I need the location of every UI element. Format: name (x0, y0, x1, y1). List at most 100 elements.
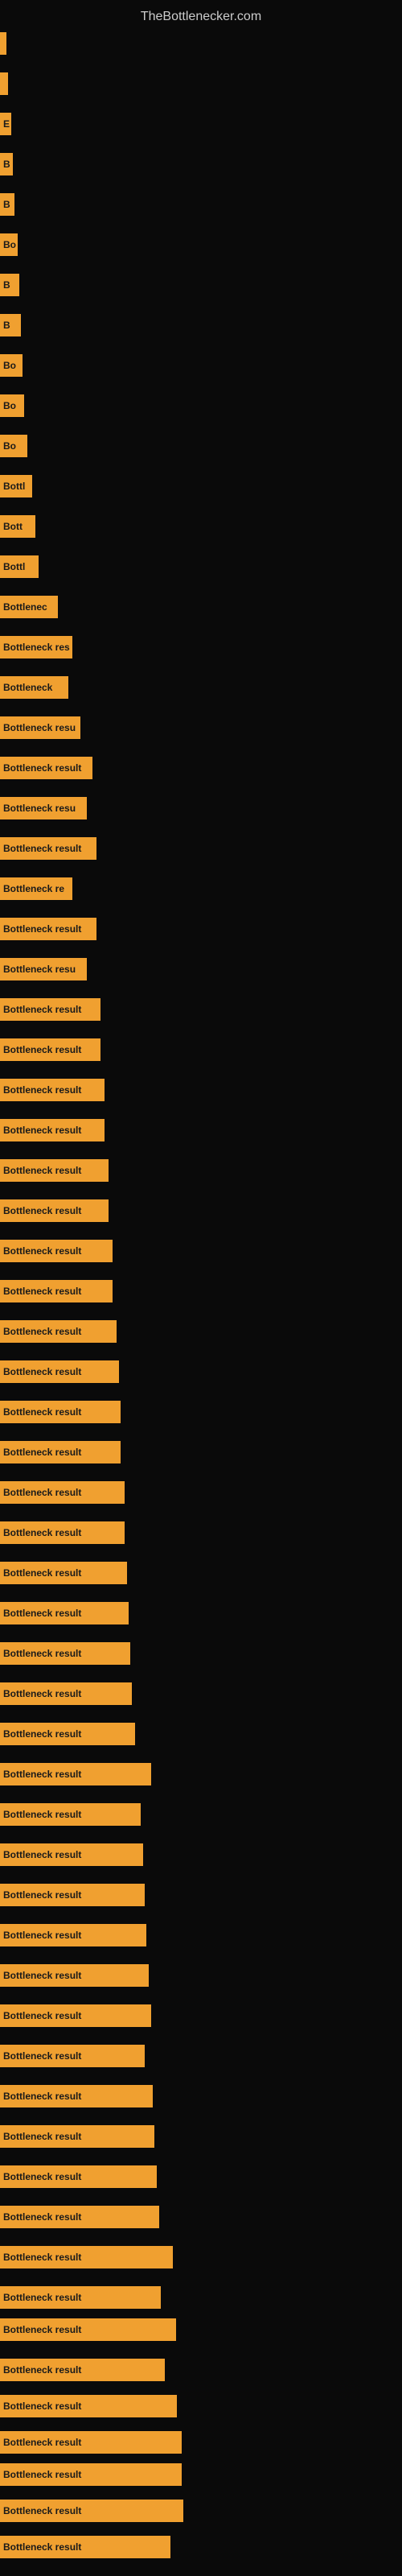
bar-item: Bottleneck result (0, 1481, 125, 1504)
bar-item: Bottleneck result (0, 1119, 105, 1141)
bar-fill: Bottleneck result (0, 2431, 182, 2454)
bar-fill: Bottleneck result (0, 2165, 157, 2188)
bar-fill: Bottleneck result (0, 1562, 127, 1584)
bar-item: Bottleneck result (0, 1642, 130, 1665)
bar-fill: Bottleneck result (0, 1642, 130, 1665)
bar-item: Bottleneck re (0, 877, 72, 900)
bar-fill: Bottleneck result (0, 1240, 113, 1262)
bar-fill: Bottleneck result (0, 2125, 154, 2148)
bar-item: Bo (0, 394, 24, 417)
bar-item: Bottleneck result (0, 2045, 145, 2067)
bar-fill (0, 72, 8, 95)
bar-item: Bottleneck result (0, 1521, 125, 1544)
bar-item: Bottleneck result (0, 2246, 173, 2268)
bar-item: Bottleneck result (0, 1763, 151, 1785)
bar-fill: Bottleneck result (0, 1602, 129, 1624)
bar-fill: Bottleneck result (0, 2359, 165, 2381)
bar-item: Bottleneck result (0, 1562, 127, 1584)
bar-item: Bottleneck result (0, 2004, 151, 2027)
bar-item: Bottleneck resu (0, 958, 87, 980)
bar-fill: Bottleneck result (0, 1360, 119, 1383)
bar-fill: Bottleneck res (0, 636, 72, 658)
bar-item: Bottleneck result (0, 2085, 153, 2107)
bar-item: Bottleneck result (0, 1441, 121, 1463)
bar-fill: Bottleneck result (0, 2318, 176, 2341)
bar-fill: Bottleneck result (0, 2085, 153, 2107)
bar-fill: Bottlenec (0, 596, 58, 618)
bar-item: Bottleneck result (0, 2206, 159, 2228)
bar-fill: Bo (0, 435, 27, 457)
bar-item: Bottleneck result (0, 998, 100, 1021)
bar-item: Bottleneck result (0, 2431, 182, 2454)
bar-item: Bottleneck result (0, 757, 92, 779)
bar-fill: Bottleneck result (0, 1884, 145, 1906)
bar-fill: Bottleneck result (0, 757, 92, 779)
bar-fill: B (0, 153, 13, 175)
bar-fill: Bottleneck result (0, 2395, 177, 2417)
bar-fill: Bottleneck result (0, 1401, 121, 1423)
bar-item: Bottleneck result (0, 1602, 129, 1624)
bar-item: Bo (0, 435, 27, 457)
bar-fill: Bottleneck result (0, 1119, 105, 1141)
bar-fill: E (0, 113, 11, 135)
bar-item: Bottleneck result (0, 2165, 157, 2188)
bar-item: Bottleneck result (0, 1240, 113, 1262)
bar-item: Bottleneck result (0, 1843, 143, 1866)
bar-item: Bottleneck result (0, 2536, 170, 2558)
bar-fill: Bottleneck result (0, 1159, 109, 1182)
bar-item (0, 72, 8, 95)
bar-item: Bottleneck result (0, 1199, 109, 1222)
bar-fill: Bottleneck resu (0, 797, 87, 819)
bar-item: Bottleneck result (0, 1280, 113, 1302)
bar-fill: Bottleneck result (0, 1320, 117, 1343)
bar-fill: Bottleneck result (0, 1843, 143, 1866)
bar-fill: Bottleneck result (0, 1441, 121, 1463)
bar-item (0, 32, 6, 55)
bar-item: Bott (0, 515, 35, 538)
bar-fill: Bottleneck result (0, 2536, 170, 2558)
bar-fill: Bottleneck result (0, 1964, 149, 1987)
bar-fill: Bo (0, 354, 23, 377)
bar-item: B (0, 314, 21, 336)
bar-item: Bottleneck result (0, 1159, 109, 1182)
bar-item: Bottleneck result (0, 1038, 100, 1061)
bar-fill: Bottleneck (0, 676, 68, 699)
bar-fill: Bo (0, 233, 18, 256)
bar-fill: Bottleneck result (0, 918, 96, 940)
bar-item: B (0, 193, 14, 216)
bar-fill: Bottl (0, 475, 32, 497)
bar-item: Bottl (0, 555, 39, 578)
bar-item: Bottleneck result (0, 918, 96, 940)
bar-item: Bottleneck result (0, 2359, 165, 2381)
bar-item: Bo (0, 233, 18, 256)
bar-item: Bottleneck resu (0, 716, 80, 739)
bar-fill: Bottleneck result (0, 2500, 183, 2522)
bar-fill: Bottleneck result (0, 1038, 100, 1061)
bar-item: E (0, 113, 11, 135)
bar-item: Bottleneck res (0, 636, 72, 658)
bar-item: Bottl (0, 475, 32, 497)
bar-fill: Bottleneck result (0, 2004, 151, 2027)
bar-item: Bottleneck result (0, 2463, 182, 2486)
bar-item: Bo (0, 354, 23, 377)
site-title: TheBottlenecker.com (0, 3, 402, 31)
bar-fill: Bottleneck result (0, 2246, 173, 2268)
bar-item: Bottleneck (0, 676, 68, 699)
bar-fill: Bottleneck result (0, 1521, 125, 1544)
bar-fill: Bottleneck result (0, 2045, 145, 2067)
bar-item: Bottleneck result (0, 2125, 154, 2148)
bar-fill: Bottleneck result (0, 2286, 161, 2309)
bar-item: Bottleneck result (0, 1320, 117, 1343)
bar-item: Bottleneck result (0, 1803, 141, 1826)
bar-item: Bottleneck result (0, 2318, 176, 2341)
bar-fill: Bott (0, 515, 35, 538)
bar-fill: Bottleneck result (0, 1079, 105, 1101)
bar-fill: Bottleneck result (0, 2463, 182, 2486)
bar-item: Bottleneck result (0, 1924, 146, 1946)
bar-item: Bottleneck result (0, 1682, 132, 1705)
bar-fill: B (0, 314, 21, 336)
bar-fill: Bottleneck result (0, 1924, 146, 1946)
bar-fill: Bottleneck result (0, 1199, 109, 1222)
bar-fill: Bottleneck result (0, 1682, 132, 1705)
bar-fill: Bottleneck result (0, 1763, 151, 1785)
